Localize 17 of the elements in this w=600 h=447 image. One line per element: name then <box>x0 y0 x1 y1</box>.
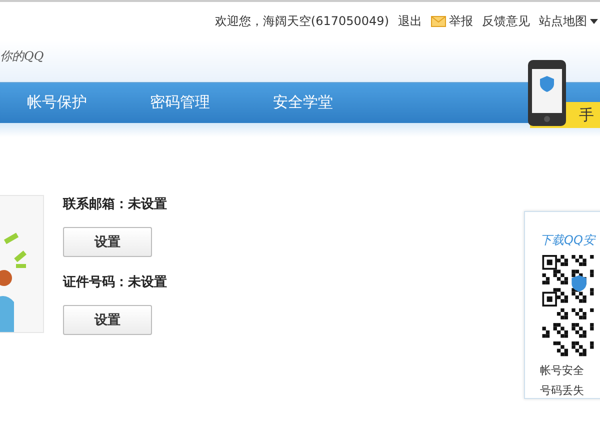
slogan: 你的QQ <box>0 48 44 64</box>
setting-label: 证件号码：未设置 <box>63 274 167 291</box>
qr-caption: 帐号安全 <box>540 364 585 378</box>
top-link[interactable]: 举报 <box>431 12 473 30</box>
mail-icon <box>431 16 446 26</box>
set-button[interactable]: 设置 <box>63 305 152 335</box>
top-link[interactable]: 退出 <box>398 12 422 30</box>
setting-label: 联系邮箱：未设置 <box>63 196 167 213</box>
top-link[interactable]: 反馈意见 <box>482 12 530 30</box>
welcome-text: 欢迎您，海阔天空(617050049) <box>214 12 389 30</box>
phone-icon <box>528 60 566 126</box>
qr-code-icon <box>540 255 596 358</box>
caret-icon <box>590 18 598 24</box>
qr-title: 下载QQ安 <box>540 232 597 249</box>
qr-caption: 号码丢失 <box>540 384 585 398</box>
top-link[interactable]: 站点地图 <box>539 12 598 30</box>
set-button[interactable]: 设置 <box>63 227 152 257</box>
